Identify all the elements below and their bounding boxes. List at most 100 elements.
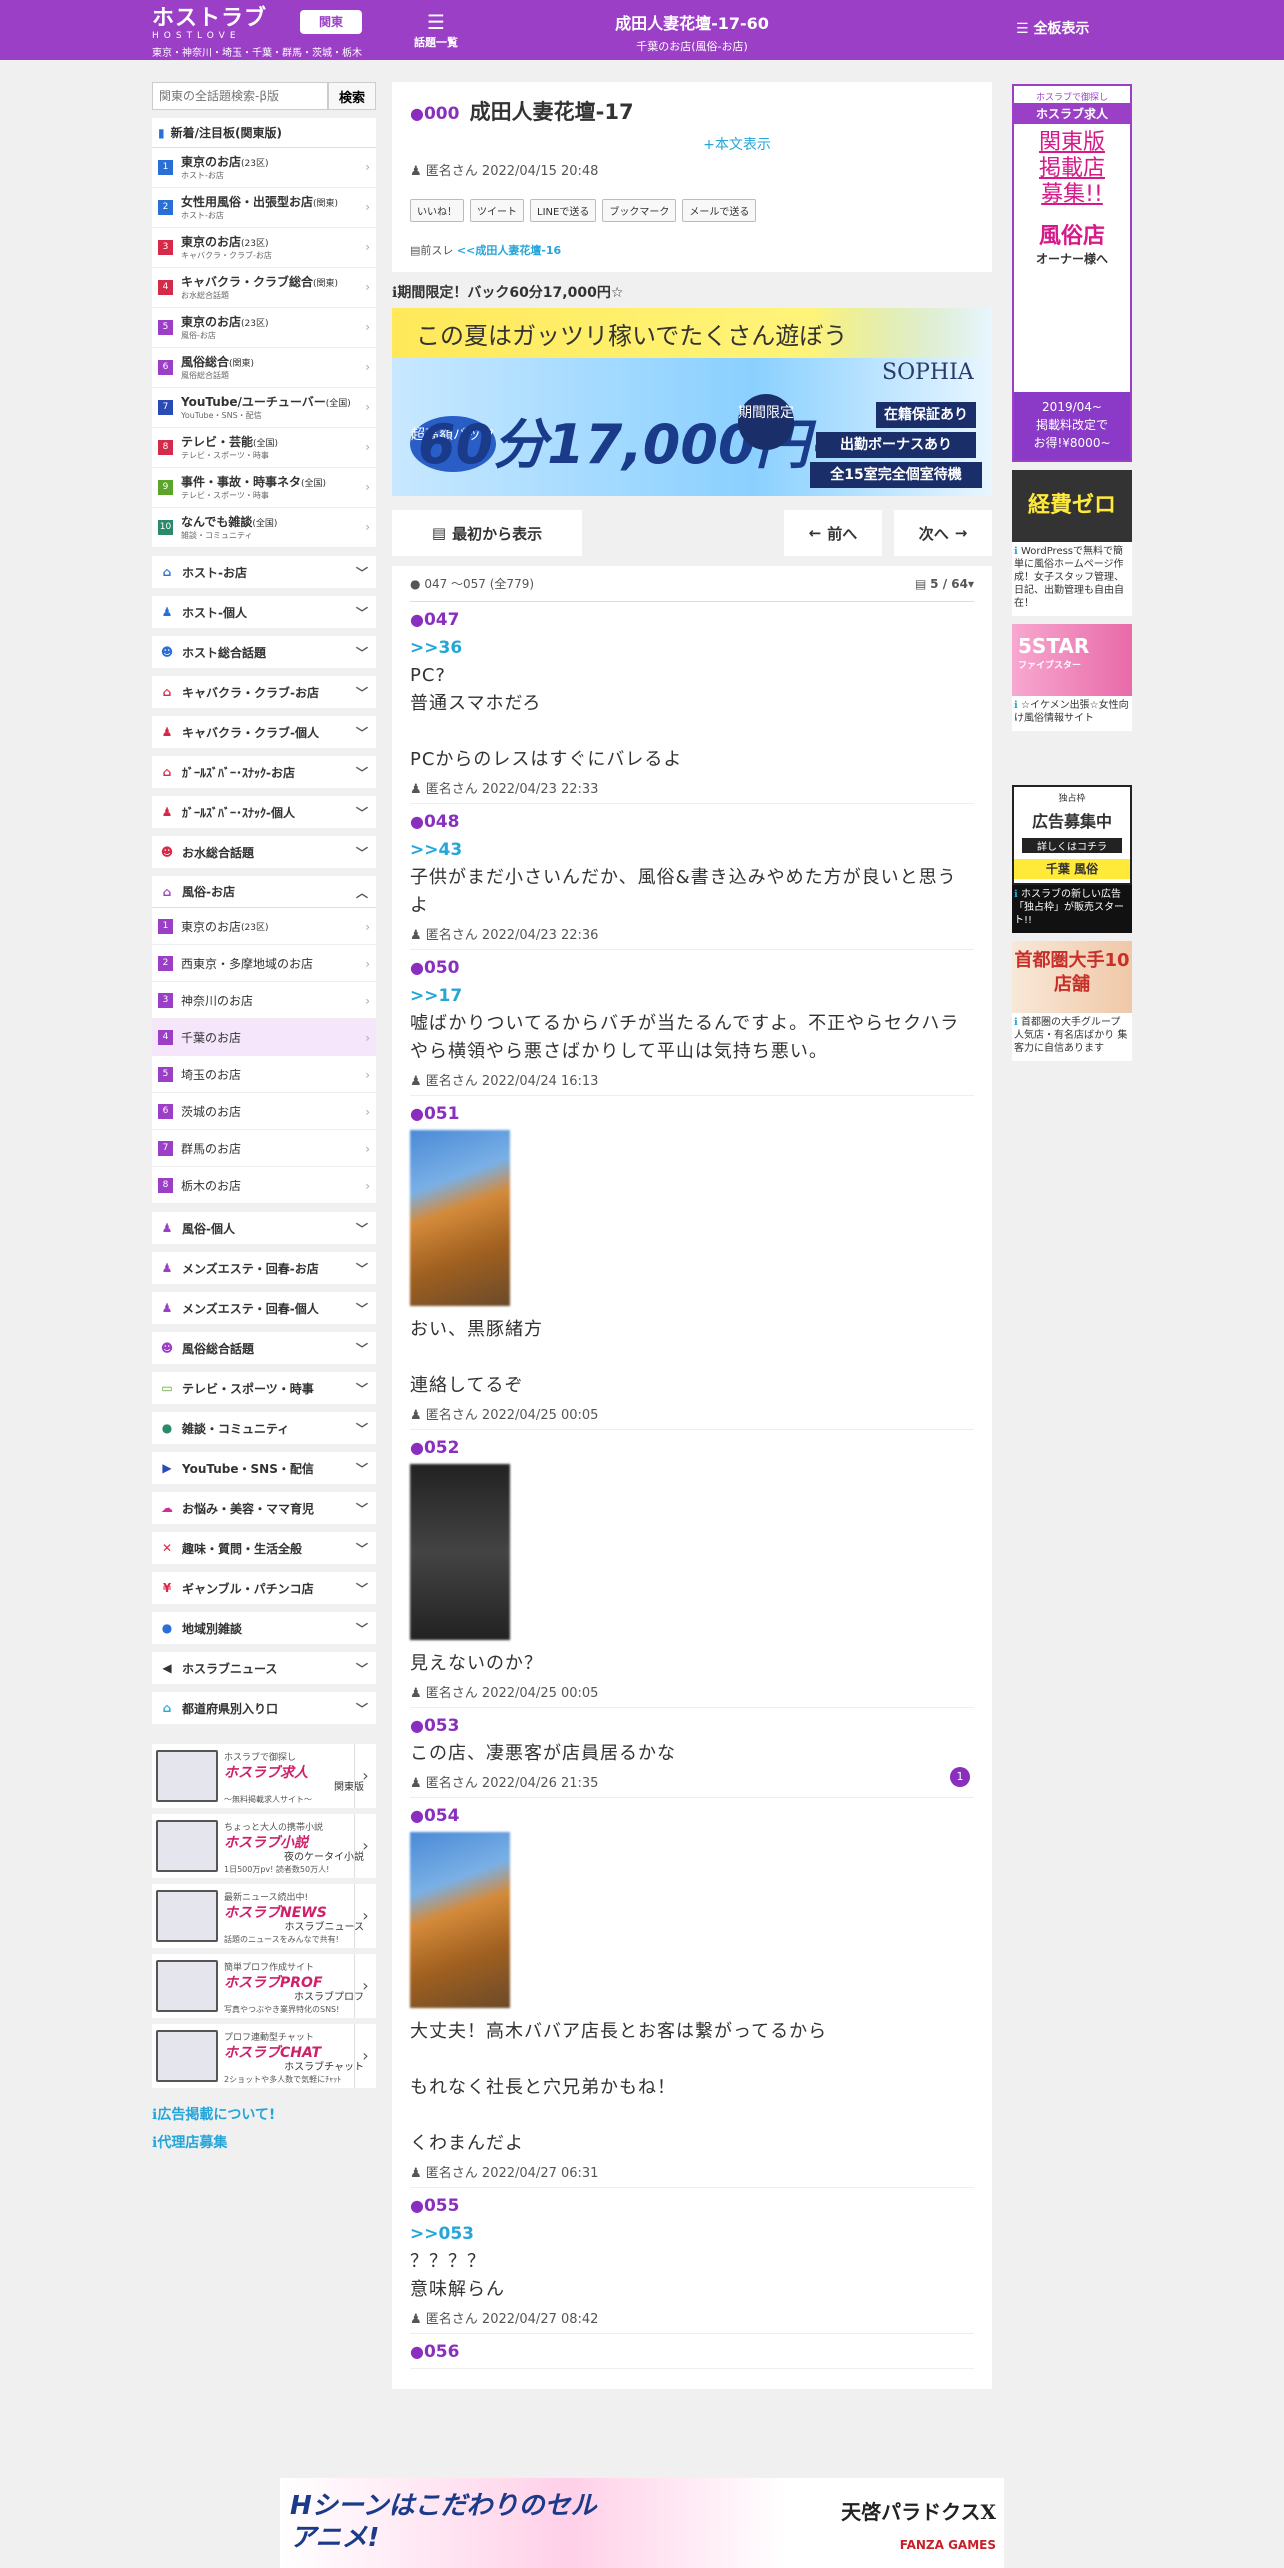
show-body-link[interactable]: +本文表示 bbox=[410, 134, 974, 154]
comment-icon: ● bbox=[410, 1438, 424, 1457]
chat-icon: ● bbox=[161, 1421, 173, 1435]
service-banner[interactable]: ちょっと大人の携帯小説 ホスラブ小説 夜のケータイ小説 1日500万pv! 読者数50… bbox=[152, 1814, 376, 1878]
category-item[interactable]: ▭ テレビ・スポーツ・時事 ﹀ bbox=[152, 1372, 376, 1404]
exclusive-ad[interactable]: 独占枠 広告募集中 詳しくはコチラ 千葉 風俗 ℹ ホスラブの新しい広告「独占枠… bbox=[1012, 785, 1132, 933]
new-board-item[interactable]: 5 東京のお店(23区) 風俗-お店 › bbox=[152, 308, 376, 348]
post-image[interactable] bbox=[410, 1130, 510, 1306]
fuzoku-item[interactable]: 4 千葉のお店 › bbox=[152, 1019, 376, 1056]
bookmark-button[interactable]: ブックマーク bbox=[602, 199, 677, 222]
facebook-like-button[interactable]: いいね！ bbox=[410, 199, 464, 222]
post-number[interactable]: 047 bbox=[424, 610, 460, 630]
new-board-item[interactable]: 1 東京のお店(23区) ホスト-お店 › bbox=[152, 148, 376, 188]
chevron-right-icon: › bbox=[365, 360, 370, 374]
service-banner[interactable]: プロフ連動型チャット ホスラブCHAT ホスラブチャット 2ショットや多人数で気軽にﾁ… bbox=[152, 2024, 376, 2088]
fuzoku-item[interactable]: 7 群馬のお店 › bbox=[152, 1130, 376, 1167]
new-board-item[interactable]: 10 なんでも雑談(全国) 雑談・コミュニティ › bbox=[152, 508, 376, 548]
post-number[interactable]: 055 bbox=[424, 2196, 460, 2216]
post-number[interactable]: 050 bbox=[424, 958, 460, 978]
next-page-button[interactable]: 次へ → bbox=[894, 510, 992, 556]
new-board-item[interactable]: 2 女性用風俗・出張型お店(関東) ホスト-お店 › bbox=[152, 188, 376, 228]
category-item[interactable]: ♟ ホスト-個人 ﹀ bbox=[152, 596, 376, 628]
bottom-ad[interactable]: Hシーンはこだわりのセルアニメ! 天啓パラドクスX FANZA GAMES bbox=[280, 2478, 1004, 2568]
fuzoku-item[interactable]: 1 東京のお店 (23区) › bbox=[152, 908, 376, 945]
chevron-right-icon: › bbox=[365, 1179, 370, 1193]
mail-send-button[interactable]: メールで送る bbox=[682, 199, 757, 222]
fuzoku-item[interactable]: 5 埼玉のお店 › bbox=[152, 1056, 376, 1093]
new-board-item[interactable]: 6 風俗総合(関東) 風俗総合話題 › bbox=[152, 348, 376, 388]
post-range: 047 ～057 (全779) bbox=[424, 577, 535, 591]
category-item[interactable]: ⌂ ｶﾞｰﾙｽﾞﾊﾞｰ･ｽﾅｯｸ-お店 ﹀ bbox=[152, 756, 376, 788]
tokyo-group-ad[interactable]: 首都圏大手10店舗 ℹ 首都圏の大手グループ 人気店・有名店ばかり 集客力に自信… bbox=[1012, 941, 1132, 1061]
post-number[interactable]: 052 bbox=[424, 1438, 460, 1458]
service-banner[interactable]: 簡単プロフ作成サイト ホスラブPROF ホスラブプロフ 写真やつぶやき業界特化のSNS… bbox=[152, 1954, 376, 2018]
new-board-item[interactable]: 9 事件・事故・時事ネタ(全国) テレビ・スポーツ・時事 › bbox=[152, 468, 376, 508]
region-button[interactable]: 関東 bbox=[300, 10, 362, 34]
promo-banner[interactable]: この夏はガッツリ稼いでたくさん遊ぼう SOPHIA 超高額バック 60分17,0… bbox=[392, 308, 992, 496]
new-board-item[interactable]: 4 キャバクラ・クラブ総合(関東) お水総合話題 › bbox=[152, 268, 376, 308]
site-logo[interactable]: ホストラブ HOSTLOVE 東京・神奈川・埼玉・千葉・群馬・茨城・栃木 bbox=[152, 8, 362, 60]
recruit-ad[interactable]: ホスラブで御探し ホスラブ求人 関東版 掲載店 募集!! 風俗店 オーナー様へ … bbox=[1012, 84, 1132, 462]
new-board-item[interactable]: 7 YouTube/ユーチューバー(全国) YouTube・SNS・配信 › bbox=[152, 388, 376, 428]
post-number[interactable]: 053 bbox=[424, 1716, 460, 1736]
category-item[interactable]: ⌂ ホスト-お店 ﹀ bbox=[152, 556, 376, 588]
service-banner[interactable]: ホスラブで御探し ホスラブ求人 関東版 〜無料掲載求人サイト〜 › bbox=[152, 1744, 376, 1808]
search-button[interactable]: 検索 bbox=[328, 82, 376, 110]
category-item[interactable]: ◀ ホスラブニュース ﹀ bbox=[152, 1652, 376, 1684]
new-board-item[interactable]: 8 テレビ・芸能(全国) テレビ・スポーツ・時事 › bbox=[152, 428, 376, 468]
chevron-down-icon: ﹀ bbox=[355, 806, 368, 820]
prev-page-button[interactable]: ← 前へ bbox=[784, 510, 882, 556]
category-item[interactable]: ☻ 風俗総合話題 ﹀ bbox=[152, 1332, 376, 1364]
category-item[interactable]: ● 雑談・コミュニティ ﹀ bbox=[152, 1412, 376, 1444]
fuzoku-item[interactable]: 8 栃木のお店 › bbox=[152, 1167, 376, 1204]
category-item[interactable]: ☻ お水総合話題 ﹀ bbox=[152, 836, 376, 868]
category-label: 雑談・コミュニティ bbox=[182, 1421, 290, 1436]
category-item[interactable]: ✕ 趣味・質問・生活全般 ﹀ bbox=[152, 1532, 376, 1564]
reply-reference[interactable]: >>17 bbox=[410, 986, 974, 1006]
tweet-button[interactable]: ツイート bbox=[470, 199, 524, 222]
ad-info-link[interactable]: ℹ広告掲載について! bbox=[152, 2104, 376, 2124]
chevron-right-icon: › bbox=[365, 240, 370, 254]
user-icon: ♟ bbox=[410, 1776, 422, 1791]
show-from-start-button[interactable]: ▤ 最初から表示 bbox=[392, 510, 582, 556]
category-item[interactable]: ⌂ キャバクラ・クラブ-お店 ﹀ bbox=[152, 676, 376, 708]
fuzoku-item[interactable]: 3 神奈川のお店 › bbox=[152, 982, 376, 1019]
reply-reference[interactable]: >>36 bbox=[410, 638, 974, 658]
new-board-item[interactable]: 3 東京のお店(23区) キャバクラ・クラブ-お店 › bbox=[152, 228, 376, 268]
post-number[interactable]: 056 bbox=[424, 2342, 460, 2362]
category-item[interactable]: ♟ ｶﾞｰﾙｽﾞﾊﾞｰ･ｽﾅｯｸ-個人 ﹀ bbox=[152, 796, 376, 828]
post-number[interactable]: 054 bbox=[424, 1806, 460, 1826]
post-text: 大丈夫！高木ババア店長とお客は繋がってるから もれなく社長と穴兄弟かもね！ くわ… bbox=[410, 2021, 828, 2154]
category-item[interactable]: ♟ キャバクラ・クラブ-個人 ﹀ bbox=[152, 716, 376, 748]
post-image[interactable] bbox=[410, 1464, 510, 1640]
post-number[interactable]: 051 bbox=[424, 1104, 460, 1124]
category-item[interactable]: ☁ お悩み・美容・ママ育児 ﹀ bbox=[152, 1492, 376, 1524]
post-number[interactable]: 048 bbox=[424, 812, 460, 832]
fivestar-ad[interactable]: 5STAR ファイブスター ℹ ☆イケメン出張☆女性向け風俗情報サイト bbox=[1012, 624, 1132, 731]
line-send-button[interactable]: LINEで送る bbox=[530, 199, 597, 222]
page-select[interactable]: ▤ 5 / 64▾ bbox=[915, 577, 974, 591]
category-item[interactable]: ⌂ 都道府県別入り口 ﹀ bbox=[152, 1692, 376, 1724]
chevron-right-icon: › bbox=[354, 1884, 376, 1948]
topics-list-button[interactable]: ☰ 話題一覧 bbox=[410, 10, 462, 50]
fuzoku-item[interactable]: 2 西東京・多摩地域のお店 › bbox=[152, 945, 376, 982]
prev-thread-link[interactable]: <<成田人妻花壇-16 bbox=[457, 244, 561, 257]
service-banner[interactable]: 最新ニュース続出中! ホスラブNEWS ホスラブニュース 話題のニュースをみんなで共有… bbox=[152, 1884, 376, 1948]
fuzoku-item[interactable]: 6 茨城のお店 › bbox=[152, 1093, 376, 1130]
reply-count-badge[interactable]: 1 bbox=[950, 1767, 970, 1787]
post-image[interactable] bbox=[410, 1832, 510, 2008]
all-boards-button[interactable]: ☰ 全板表示 bbox=[1016, 18, 1089, 38]
category-item[interactable]: ♟ メンズエステ・回春-お店 ﹀ bbox=[152, 1252, 376, 1284]
item-number: 2 bbox=[158, 955, 173, 971]
category-item[interactable]: ● 地域別雑談 ﹀ bbox=[152, 1612, 376, 1644]
reply-reference[interactable]: >>43 bbox=[410, 840, 974, 860]
category-item[interactable]: ☻ ホスト総合話題 ﹀ bbox=[152, 636, 376, 668]
category-item[interactable]: ♟ 風俗-個人 ﹀ bbox=[152, 1212, 376, 1244]
reply-reference[interactable]: >>053 bbox=[410, 2224, 974, 2244]
wordpress-ad[interactable]: 経費ゼロ ℹ WordPressで無料で簡単に風俗ホームページ作成！女子スタッフ… bbox=[1012, 470, 1132, 616]
search-input[interactable] bbox=[152, 82, 328, 110]
agency-link[interactable]: ℹ代理店募集 bbox=[152, 2132, 376, 2152]
category-fuzoku-shop[interactable]: ⌂ 風俗-お店 ︿ bbox=[152, 876, 376, 908]
category-item[interactable]: ¥ ギャンブル・パチンコ店 ﹀ bbox=[152, 1572, 376, 1604]
category-item[interactable]: ▶ YouTube・SNS・配信 ﹀ bbox=[152, 1452, 376, 1484]
category-item[interactable]: ♟ メンズエステ・回春-個人 ﹀ bbox=[152, 1292, 376, 1324]
